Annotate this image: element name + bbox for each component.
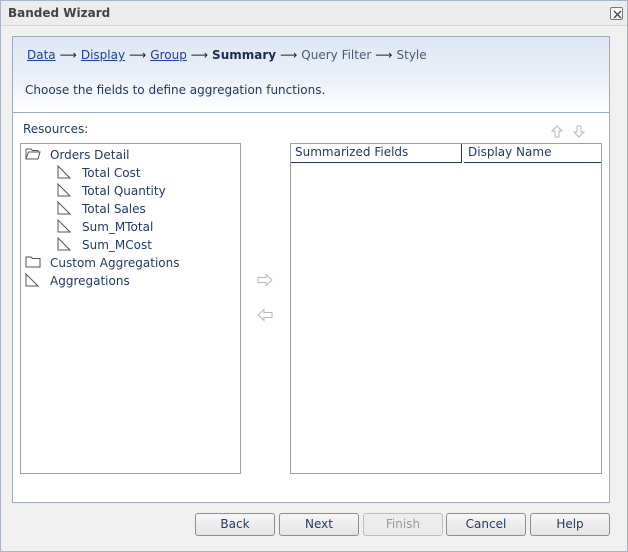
- breadcrumb-arrow: ⟶: [375, 48, 393, 62]
- breadcrumb-query-filter: Query Filter: [301, 48, 372, 62]
- arrow-right-icon: [257, 273, 273, 287]
- field-icon: [57, 165, 71, 179]
- breadcrumb-arrow: ⟶: [129, 48, 147, 62]
- resources-tree[interactable]: Orders Detail Total Cost Total Quantity …: [20, 143, 241, 474]
- tree-node-label: Total Cost: [82, 166, 141, 180]
- tree-node-field[interactable]: Sum_MCost: [57, 236, 237, 254]
- tree-node-label: Total Quantity: [82, 184, 166, 198]
- move-up-button[interactable]: [550, 125, 564, 141]
- field-icon: [25, 273, 39, 287]
- column-header-display-name[interactable]: Display Name: [464, 144, 601, 163]
- window-title: Banded Wizard: [8, 6, 111, 20]
- breadcrumb-arrow: ⟶: [280, 48, 298, 62]
- tree-node-label: Total Sales: [82, 202, 146, 216]
- breadcrumb: Data ⟶ Display ⟶ Group ⟶ Summary ⟶ Query Filter ⟶…: [27, 48, 427, 62]
- wizard-panel: Data ⟶ Display ⟶ Group ⟶ Summary ⟶ Query Filter ⟶…: [12, 36, 610, 503]
- tree-node-field[interactable]: Total Cost: [57, 164, 237, 182]
- field-icon: [57, 219, 71, 233]
- breadcrumb-arrow: ⟶: [59, 48, 77, 62]
- close-icon: [613, 10, 622, 19]
- tree-node-field[interactable]: Sum_MTotal: [57, 218, 237, 236]
- wizard-header: Data ⟶ Display ⟶ Group ⟶ Summary ⟶ Query Filter ⟶…: [13, 37, 609, 113]
- breadcrumb-display[interactable]: Display: [81, 48, 125, 62]
- arrow-up-icon: [550, 125, 564, 138]
- finish-button: Finish: [363, 513, 443, 536]
- tree-node-label: Aggregations: [50, 274, 130, 288]
- arrow-down-icon: [572, 125, 586, 138]
- field-icon: [57, 237, 71, 251]
- breadcrumb-data[interactable]: Data: [27, 48, 56, 62]
- back-button[interactable]: Back: [195, 513, 275, 536]
- field-icon: [57, 201, 71, 215]
- banded-wizard-dialog: Banded Wizard Data ⟶ Display ⟶ Group ⟶ Summary…: [0, 0, 628, 552]
- breadcrumb-summary: Summary: [212, 48, 277, 62]
- arrow-left-icon: [257, 308, 273, 322]
- tree-node-field[interactable]: Total Sales: [57, 200, 237, 218]
- breadcrumb-arrow: ⟶: [190, 48, 209, 62]
- tree-node-custom-aggregations[interactable]: Custom Aggregations: [25, 254, 235, 272]
- cancel-button[interactable]: Cancel: [446, 513, 526, 536]
- tree-node-orders-detail[interactable]: Orders Detail: [25, 146, 235, 164]
- tree-node-label: Orders Detail: [50, 148, 130, 162]
- close-button[interactable]: [610, 7, 623, 20]
- tree-node-aggregations[interactable]: Aggregations: [25, 272, 235, 290]
- move-down-button[interactable]: [572, 125, 586, 141]
- folder-open-icon: [25, 148, 41, 160]
- tree-node-label: Sum_MCost: [82, 238, 152, 252]
- tree-node-field[interactable]: Total Quantity: [57, 182, 237, 200]
- tree-node-label: Custom Aggregations: [50, 256, 180, 270]
- tree-node-label: Sum_MTotal: [82, 220, 154, 234]
- remove-field-button[interactable]: [257, 308, 273, 325]
- instruction-text: Choose the fields to define aggregation …: [25, 83, 326, 97]
- breadcrumb-style: Style: [396, 48, 427, 62]
- field-icon: [57, 183, 71, 197]
- resources-label: Resources:: [23, 122, 89, 136]
- next-button[interactable]: Next: [279, 513, 359, 536]
- add-field-button[interactable]: [257, 273, 273, 290]
- help-button[interactable]: Help: [530, 513, 610, 536]
- title-bar: Banded Wizard: [1, 1, 627, 26]
- breadcrumb-group[interactable]: Group: [150, 48, 187, 62]
- column-header-summarized-fields[interactable]: Summarized Fields: [291, 144, 462, 163]
- summarized-fields-table[interactable]: Summarized Fields Display Name: [290, 143, 602, 474]
- folder-icon: [25, 256, 41, 268]
